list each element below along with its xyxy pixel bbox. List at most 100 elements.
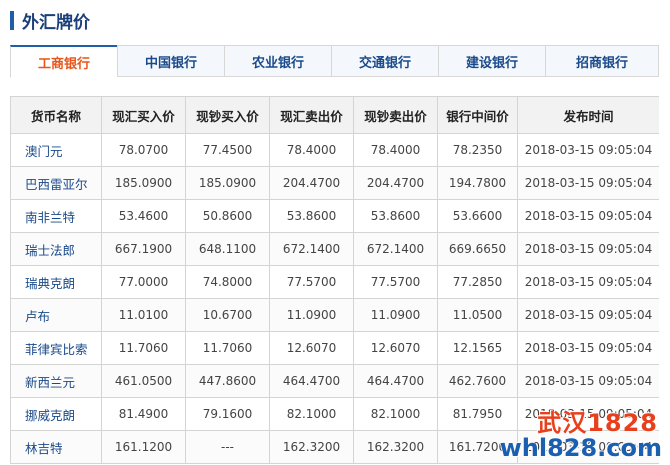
cell-cash-sell: 672.1400 [353,232,438,266]
cell-cash-buy: 11.7060 [185,331,270,365]
table-row: 瑞士法郎 667.1900 648.1100 672.1400 672.1400 669.… [10,232,659,266]
cell-spot-sell: 78.4000 [269,133,354,167]
tab-icbc[interactable]: 工商银行 [10,45,117,78]
cell-cash-sell: 78.4000 [353,133,438,167]
cell-cash-buy: 74.8000 [185,265,270,299]
cell-cash-buy: 50.8600 [185,199,270,233]
cell-spot-buy: 11.0100 [101,298,186,332]
cell-spot-buy: 78.0700 [101,133,186,167]
cell-spot-sell: 11.0900 [269,298,354,332]
col-header-middle-rate: 银行中间价 [437,96,518,134]
cell-publish-time: 2018-03-15 09:05:04 [517,331,659,365]
cell-cash-sell: 53.8600 [353,199,438,233]
cell-cash-sell: 11.0900 [353,298,438,332]
table-row: 菲律宾比索 11.7060 11.7060 12.6070 12.6070 12.1565… [10,331,659,365]
table-row: 南非兰特 53.4600 50.8600 53.8600 53.8600 53.6600 2… [10,199,659,233]
cell-middle-rate: 194.7800 [437,166,518,200]
table-row: 林吉特 161.1200 --- 162.3200 162.3200 161.7200 20… [10,430,659,464]
cell-currency-name[interactable]: 南非兰特 [10,199,102,233]
cell-cash-buy: 185.0900 [185,166,270,200]
cell-cash-sell: 77.5700 [353,265,438,299]
col-header-spot-buy: 现汇买入价 [101,96,186,134]
table-row: 新西兰元 461.0500 447.8600 464.4700 464.4700 462.… [10,364,659,398]
cell-publish-time: 2018-03-15 09:05:04 [517,265,659,299]
cell-spot-buy: 667.1900 [101,232,186,266]
table-header-row: 货币名称 现汇买入价 现钞买入价 现汇卖出价 现钞卖出价 银行中间价 发布时间 [10,96,659,134]
cell-middle-rate: 669.6650 [437,232,518,266]
cell-cash-buy: 648.1100 [185,232,270,266]
cell-cash-buy: --- [185,430,270,464]
cell-publish-time: 2018-03-15 09:05:04 [517,232,659,266]
cell-currency-name[interactable]: 卢布 [10,298,102,332]
tab-bocom[interactable]: 交通银行 [331,45,438,77]
cell-publish-time: 2018-03-15 09:05:04 [517,199,659,233]
cell-spot-buy: 11.7060 [101,331,186,365]
cell-currency-name[interactable]: 新西兰元 [10,364,102,398]
section-header: 外汇牌价 [10,9,90,33]
cell-currency-name[interactable]: 瑞士法郎 [10,232,102,266]
cell-middle-rate: 462.7600 [437,364,518,398]
tab-abc[interactable]: 农业银行 [224,45,331,77]
cell-spot-sell: 77.5700 [269,265,354,299]
cell-spot-buy: 161.1200 [101,430,186,464]
cell-spot-sell: 672.1400 [269,232,354,266]
cell-middle-rate: 81.7950 [437,397,518,431]
cell-publish-time: 2018-03-15 09:05:04 [517,166,659,200]
cell-spot-buy: 77.0000 [101,265,186,299]
cell-middle-rate: 12.1565 [437,331,518,365]
cell-cash-sell: 82.1000 [353,397,438,431]
cell-cash-buy: 77.4500 [185,133,270,167]
cell-spot-sell: 204.4700 [269,166,354,200]
cell-middle-rate: 78.2350 [437,133,518,167]
cell-currency-name[interactable]: 澳门元 [10,133,102,167]
cell-cash-sell: 464.4700 [353,364,438,398]
cell-spot-sell: 82.1000 [269,397,354,431]
cell-currency-name[interactable]: 林吉特 [10,430,102,464]
col-header-cash-buy: 现钞买入价 [185,96,270,134]
cell-spot-sell: 464.4700 [269,364,354,398]
table-row: 卢布 11.0100 10.6700 11.0900 11.0900 11.0500 201… [10,298,659,332]
table-row: 瑞典克朗 77.0000 74.8000 77.5700 77.5700 77.2850 2… [10,265,659,299]
cell-spot-sell: 53.8600 [269,199,354,233]
tab-ccb[interactable]: 建设银行 [438,45,545,77]
cell-publish-time: 2018-03-15 09:05:04 [517,397,659,431]
title-accent-bar [10,10,14,30]
cell-spot-buy: 81.4900 [101,397,186,431]
tab-cmb[interactable]: 招商银行 [545,45,659,77]
cell-cash-buy: 447.8600 [185,364,270,398]
cell-publish-time: 2018-03-15 09:05:04 [517,430,659,464]
cell-middle-rate: 161.7200 [437,430,518,464]
cell-middle-rate: 77.2850 [437,265,518,299]
cell-currency-name[interactable]: 菲律宾比索 [10,331,102,365]
table-body: 澳门元 78.0700 77.4500 78.4000 78.4000 78.2350 20… [10,133,659,464]
tab-boc[interactable]: 中国银行 [117,45,224,77]
col-header-cash-sell: 现钞卖出价 [353,96,438,134]
cell-middle-rate: 53.6600 [437,199,518,233]
cell-spot-sell: 12.6070 [269,331,354,365]
cell-cash-sell: 162.3200 [353,430,438,464]
table-row: 巴西雷亚尔 185.0900 185.0900 204.4700 204.4700 194… [10,166,659,200]
col-header-spot-sell: 现汇卖出价 [269,96,354,134]
cell-publish-time: 2018-03-15 09:05:04 [517,133,659,167]
exchange-rates-table: 货币名称 现汇买入价 现钞买入价 现汇卖出价 现钞卖出价 银行中间价 发布时间 … [10,96,659,464]
cell-currency-name[interactable]: 挪威克朗 [10,397,102,431]
bank-tabs: 工商银行 中国银行 农业银行 交通银行 建设银行 招商银行 [10,45,659,78]
section-title: 外汇牌价 [22,12,90,33]
col-header-currency: 货币名称 [10,96,102,134]
rates-table-container: 货币名称 现汇买入价 现钞买入价 现汇卖出价 现钞卖出价 银行中间价 发布时间 … [10,96,659,465]
cell-spot-buy: 185.0900 [101,166,186,200]
cell-publish-time: 2018-03-15 09:05:04 [517,364,659,398]
col-header-publish-time: 发布时间 [517,96,659,134]
table-row: 挪威克朗 81.4900 79.1600 82.1000 82.1000 81.7950 2… [10,397,659,431]
cell-currency-name[interactable]: 巴西雷亚尔 [10,166,102,200]
cell-middle-rate: 11.0500 [437,298,518,332]
cell-cash-sell: 204.4700 [353,166,438,200]
cell-spot-sell: 162.3200 [269,430,354,464]
cell-spot-buy: 53.4600 [101,199,186,233]
cell-cash-buy: 79.1600 [185,397,270,431]
table-row: 澳门元 78.0700 77.4500 78.4000 78.4000 78.2350 20… [10,133,659,167]
cell-currency-name[interactable]: 瑞典克朗 [10,265,102,299]
cell-publish-time: 2018-03-15 09:05:04 [517,298,659,332]
cell-cash-sell: 12.6070 [353,331,438,365]
cell-cash-buy: 10.6700 [185,298,270,332]
